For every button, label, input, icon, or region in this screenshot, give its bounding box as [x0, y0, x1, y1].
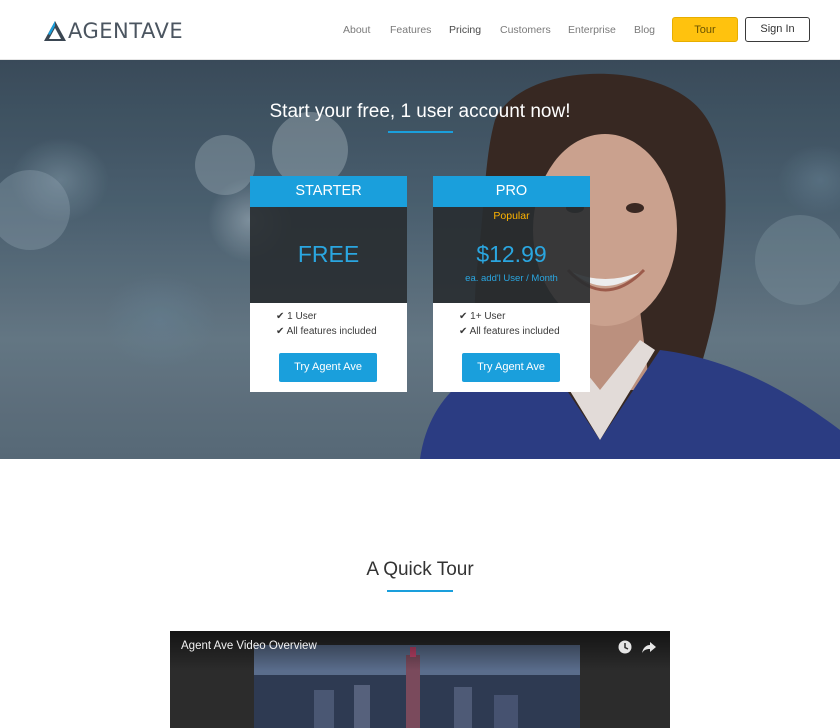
- tour-button[interactable]: Tour: [672, 17, 738, 42]
- nav-about-label: About: [343, 24, 371, 36]
- logo-text: AGENTAVE: [68, 19, 184, 43]
- plan-name: PRO: [433, 176, 590, 207]
- plan-feature: ✔ 1 User: [276, 311, 317, 322]
- nav-customers[interactable]: Customers: [500, 23, 551, 37]
- hero-section: Start your free, 1 user account now! STA…: [0, 60, 840, 459]
- nav-enterprise[interactable]: Enterprise: [568, 23, 616, 37]
- nav-blog-label: Blog: [634, 24, 656, 36]
- try-agent-ave-pro-button[interactable]: Try Agent Ave: [462, 353, 560, 382]
- hero-title: Start your free, 1 user account now!: [269, 101, 571, 122]
- nav-blog[interactable]: Blog: [634, 23, 655, 37]
- plan-price-panel: FREE: [250, 207, 407, 303]
- plan-feature: ✔ All features included: [459, 326, 560, 337]
- logo-icon: [44, 21, 66, 41]
- hero-title-underline: [388, 131, 453, 133]
- pricing-card-starter: STARTER FREE ✔ 1 User ✔ All features inc…: [250, 176, 407, 392]
- try-agent-ave-starter-button[interactable]: Try Agent Ave: [279, 353, 377, 382]
- plan-price: $12.99: [476, 241, 547, 267]
- video-player[interactable]: Agent Ave Video Overview: [170, 631, 670, 728]
- nav-features[interactable]: Features: [390, 23, 431, 37]
- sign-in-button[interactable]: Sign In: [745, 17, 810, 42]
- plan-feature: ✔ All features included: [276, 326, 377, 337]
- logo[interactable]: AGENTAVE: [44, 19, 183, 43]
- nav-enterprise-label: Enterprise: [568, 24, 616, 36]
- nav-customers-label: Customers: [500, 24, 551, 36]
- nav-features-label: Features: [390, 24, 432, 36]
- plan-name: STARTER: [250, 176, 407, 207]
- nav-pricing[interactable]: Pricing: [449, 23, 481, 37]
- share-icon[interactable]: [641, 639, 657, 655]
- pricing-card-pro: PRO Popular $12.99 ea. add'l User / Mont…: [433, 176, 590, 392]
- plan-price-panel: Popular $12.99 ea. add'l User / Month: [433, 207, 590, 303]
- quick-tour-title: A Quick Tour: [366, 559, 474, 580]
- quick-tour-underline: [387, 590, 453, 592]
- nav-pricing-label: Pricing: [449, 24, 482, 36]
- plan-feature: ✔ 1+ User: [459, 311, 506, 322]
- plan-price: FREE: [297, 241, 360, 267]
- plan-price-note: ea. add'l User / Month: [465, 273, 558, 284]
- nav-about[interactable]: About: [343, 23, 370, 37]
- video-title[interactable]: Agent Ave Video Overview: [181, 639, 317, 653]
- plan-features: ✔ 1+ User ✔ All features included Try Ag…: [433, 303, 590, 392]
- plan-features: ✔ 1 User ✔ All features included Try Age…: [250, 303, 407, 392]
- popular-badge: Popular: [493, 210, 530, 222]
- site-header: AGENTAVE About Features Pricing Customer…: [0, 0, 840, 60]
- clock-icon[interactable]: [617, 639, 633, 655]
